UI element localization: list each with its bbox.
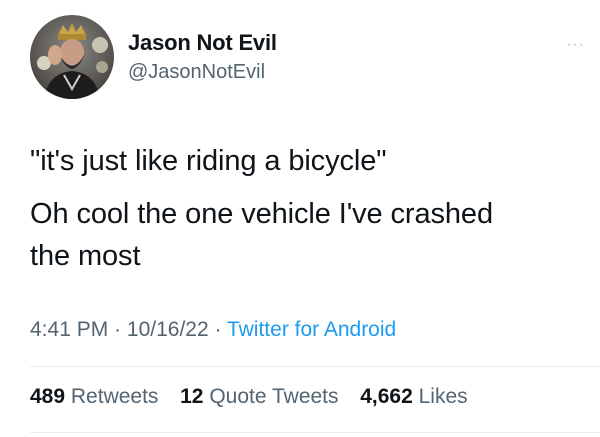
retweets-count: 489 [30,385,66,408]
quote-tweets-count: 12 [180,385,204,408]
meta-separator: · [114,318,122,341]
tweet-text-line-1: "it's just like riding a bicycle" [30,145,387,177]
divider [30,366,600,367]
tweet-text-line-3: the most [30,240,141,272]
tweet-card: Jason Not Evil @JasonNotEvil ··· "it's j… [0,0,600,437]
user-handle[interactable]: @JasonNotEvil [128,61,265,84]
more-horizontal-icon[interactable]: ··· [566,36,585,54]
retweets-stat[interactable]: 489 Retweets [30,385,164,408]
likes-stat[interactable]: 4,662 Likes [360,385,467,408]
likes-count: 4,662 [360,385,413,408]
quote-tweets-label: Quote Tweets [209,385,339,408]
tweet-date[interactable]: 10/16/22 [127,318,209,341]
display-name[interactable]: Jason Not Evil [128,30,277,56]
tweet-meta: 4:41 PM · 10/16/22 · Twitter for Android [30,318,396,342]
user-avatar[interactable] [30,15,114,99]
tweet-stats: 489 Retweets 12 Quote Tweets 4,662 Likes [30,385,468,409]
quote-tweets-stat[interactable]: 12 Quote Tweets [180,385,344,408]
retweets-label: Retweets [70,385,159,408]
tweet-text-line-2: Oh cool the one vehicle I've crashed [30,198,493,230]
tweet-source-link[interactable]: Twitter for Android [227,318,396,341]
likes-label: Likes [418,385,468,408]
tweet-time[interactable]: 4:41 PM [30,318,108,341]
avatar-illustration [37,23,108,99]
meta-separator: · [214,318,222,341]
divider [30,432,600,433]
